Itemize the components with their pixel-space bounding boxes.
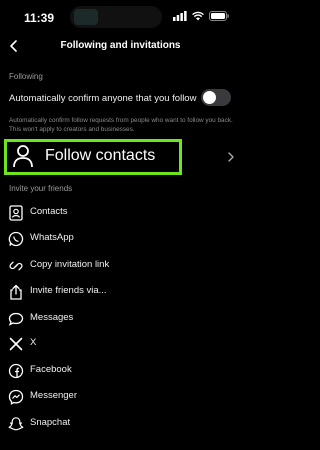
x-icon [9, 337, 23, 351]
person-icon [13, 145, 33, 168]
battery-icon [209, 11, 229, 21]
status-bar: 11:39 [0, 0, 241, 30]
invite-item-label: Facebook [30, 364, 72, 375]
wifi-icon [192, 11, 204, 21]
invite-item-snapchat[interactable]: Snapchat [0, 411, 241, 437]
cellular-signal-icon [173, 11, 187, 21]
live-activity-thumbnail [74, 9, 98, 25]
invite-item-label: X [30, 337, 37, 348]
invite-item-x[interactable]: X [0, 331, 241, 357]
messenger-icon [8, 389, 24, 405]
link-icon [9, 261, 23, 271]
invite-section-label: Invite your friends [9, 184, 73, 193]
messages-icon [8, 312, 24, 326]
invite-item-whatsapp[interactable]: WhatsApp [0, 226, 241, 252]
invite-item-messenger[interactable]: Messenger [0, 384, 241, 410]
invite-item-facebook[interactable]: Facebook [0, 358, 241, 384]
whatsapp-icon [8, 231, 24, 247]
follow-contacts-label: Follow contacts [45, 147, 156, 164]
page-title: Following and invitations [60, 40, 181, 51]
invite-item-contacts[interactable]: Contacts [0, 200, 241, 226]
invite-item-label: Messenger [30, 390, 77, 401]
invite-item-label: Messages [30, 312, 74, 323]
follow-contacts-row[interactable]: Follow contacts [4, 139, 240, 179]
following-section-label: Following [9, 72, 43, 81]
invite-item-label: WhatsApp [30, 232, 74, 243]
auto-confirm-row[interactable]: Automatically confirm anyone that you fo… [9, 89, 235, 107]
facebook-icon [8, 363, 24, 379]
auto-confirm-toggle[interactable] [201, 89, 231, 106]
snapchat-icon [8, 417, 24, 431]
invite-item-label: Contacts [30, 206, 68, 217]
invite-item-label: Invite friends via... [30, 285, 107, 296]
toggle-knob [203, 91, 216, 104]
share-icon [10, 284, 22, 300]
invite-item-label: Snapchat [30, 417, 71, 428]
invite-item-messages[interactable]: Messages [0, 306, 241, 332]
invite-item-label: Copy invitation link [30, 259, 110, 270]
dynamic-island [70, 6, 162, 28]
auto-confirm-helper-text: Automatically confirm follow requests fr… [9, 117, 233, 133]
chevron-right-icon [228, 152, 234, 162]
status-icons [173, 11, 229, 21]
invite-item-copy-link[interactable]: Copy invitation link [0, 253, 241, 279]
invite-item-share[interactable]: Invite friends via... [0, 279, 241, 305]
status-time: 11:39 [24, 11, 55, 25]
contacts-icon [9, 205, 23, 221]
auto-confirm-label: Automatically confirm anyone that you fo… [9, 93, 197, 104]
header: Following and invitations [0, 34, 241, 58]
